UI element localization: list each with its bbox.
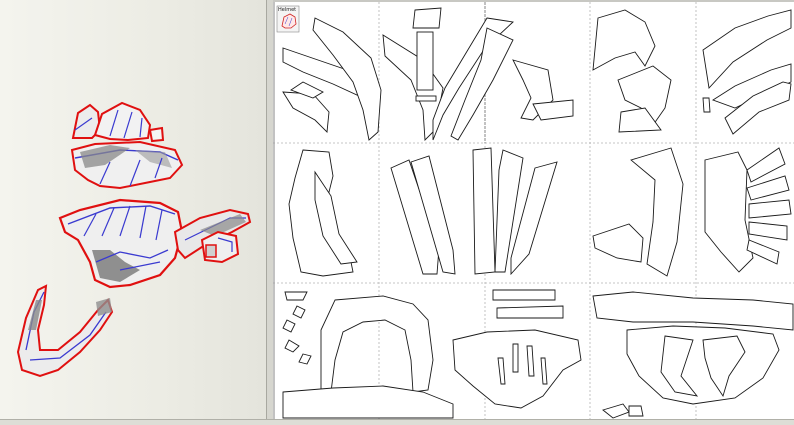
part-12 bbox=[532, 99, 574, 121]
thumbnail-label: Helmet bbox=[278, 7, 296, 13]
pattern-canvas[interactable]: Helmet bbox=[273, 0, 794, 420]
model-part-crest[interactable] bbox=[71, 101, 165, 143]
part-54 bbox=[628, 405, 644, 417]
part-35 bbox=[284, 291, 308, 301]
model-3d-canvas[interactable] bbox=[0, 0, 266, 420]
part-8 bbox=[415, 95, 437, 102]
model-3d-view[interactable] bbox=[0, 0, 267, 420]
model-part-brow[interactable] bbox=[70, 140, 184, 190]
model-part-dome[interactable] bbox=[58, 198, 184, 289]
part-43 bbox=[496, 305, 564, 319]
model-part-ear-box[interactable] bbox=[200, 230, 240, 264]
part-42 bbox=[492, 289, 556, 301]
part-19 bbox=[702, 97, 711, 113]
status-bar bbox=[0, 419, 794, 425]
pattern-2d-view[interactable]: Helmet bbox=[273, 0, 794, 420]
model-part-jaw[interactable] bbox=[16, 284, 114, 378]
part-6 bbox=[412, 7, 442, 29]
part-7 bbox=[416, 31, 434, 91]
helmet-thumbnail[interactable]: Helmet bbox=[276, 5, 300, 33]
part-46 bbox=[512, 343, 519, 373]
part-24 bbox=[472, 147, 496, 275]
